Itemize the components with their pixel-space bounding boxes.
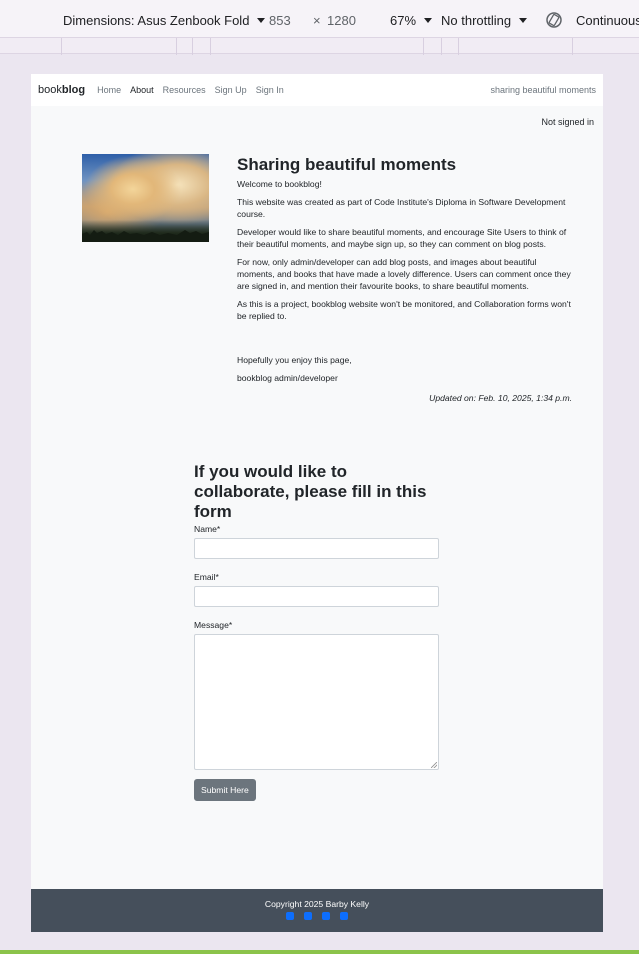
media-query-ruler xyxy=(0,37,639,55)
twitter-icon[interactable] xyxy=(304,912,312,920)
copyright-text: Copyright 2025 Barby Kelly xyxy=(264,899,370,909)
article-paragraph: Welcome to bookblog! xyxy=(237,179,322,189)
name-field[interactable] xyxy=(194,538,439,559)
device-select[interactable]: Dimensions: Asus Zenbook Fold xyxy=(63,13,266,28)
rotate-icon[interactable] xyxy=(545,11,563,29)
form-title: If you would like to collaborate, please… xyxy=(194,462,427,521)
zoom-select[interactable]: 67% xyxy=(390,13,433,28)
page-bottom-border xyxy=(0,950,639,954)
article-paragraph: For now, only admin/developer can add bl… xyxy=(237,257,571,291)
social-links xyxy=(31,912,603,920)
chevron-down-icon xyxy=(424,18,433,23)
footer: Copyright 2025 Barby Kelly xyxy=(31,889,603,932)
throttling-select[interactable]: No throttling xyxy=(441,13,528,28)
youtube-icon[interactable] xyxy=(340,912,348,920)
times-label: × xyxy=(313,13,321,28)
article-closing: Hopefully you enjoy this page, xyxy=(237,355,352,365)
brand-bold: blog xyxy=(61,84,86,96)
article-title: Sharing beautiful moments xyxy=(237,155,457,174)
width-input[interactable]: 853 xyxy=(269,13,291,28)
chevron-down-icon xyxy=(519,18,528,23)
about-article: Sharing beautiful moments Welcome to boo… xyxy=(237,154,572,404)
facebook-icon[interactable] xyxy=(286,912,294,920)
article-paragraph: Developer would like to share beautiful … xyxy=(237,227,567,249)
sky-clouds-image xyxy=(82,154,209,242)
submit-button[interactable]: Submit Here xyxy=(194,779,256,801)
collaborate-form: If you would like to collaborate, please… xyxy=(194,462,439,801)
nav-home[interactable]: Home xyxy=(97,85,121,95)
brand-logo[interactable]: bookblog xyxy=(38,84,85,96)
navbar: bookblog Home About Resources Sign Up Si… xyxy=(31,74,603,106)
webpage: bookblog Home About Resources Sign Up Si… xyxy=(31,74,603,932)
article-paragraph: This website was created as part of Code… xyxy=(237,197,566,219)
email-field[interactable] xyxy=(194,586,439,607)
device-label: Dimensions: Asus Zenbook Fold xyxy=(63,13,250,28)
resize-handle-icon[interactable] xyxy=(431,762,437,768)
message-textarea[interactable] xyxy=(194,634,439,770)
width-value: 853 xyxy=(269,13,291,28)
throttling-label: No throttling xyxy=(441,13,512,28)
nav-sign-in[interactable]: Sign In xyxy=(256,85,284,95)
nav-tagline: sharing beautiful moments xyxy=(490,85,596,95)
nav-sign-up[interactable]: Sign Up xyxy=(215,85,247,95)
updated-timestamp: Updated on: Feb. 10, 2025, 1:34 p.m. xyxy=(429,393,572,403)
continuous-label[interactable]: Continuous xyxy=(576,13,639,28)
height-value: 1280 xyxy=(327,13,356,28)
times-icon: × xyxy=(313,13,321,28)
height-input[interactable]: 1280 xyxy=(327,13,356,28)
message-label: Message* xyxy=(194,620,233,630)
name-label: Name* xyxy=(194,524,221,534)
article-signoff: bookblog admin/developer xyxy=(237,373,338,383)
devtools-toolbar: Dimensions: Asus Zenbook Fold 853 × 1280… xyxy=(0,0,639,37)
nav-about[interactable]: About xyxy=(130,85,154,95)
article-paragraph: As this is a project, bookblog website w… xyxy=(237,299,571,321)
email-label: Email* xyxy=(194,572,219,582)
signin-status: Not signed in xyxy=(541,117,594,127)
chevron-down-icon xyxy=(257,18,266,23)
brand-light: book xyxy=(38,84,62,96)
zoom-label: 67% xyxy=(390,13,417,28)
instagram-icon[interactable] xyxy=(322,912,330,920)
nav-resources[interactable]: Resources xyxy=(163,85,206,95)
